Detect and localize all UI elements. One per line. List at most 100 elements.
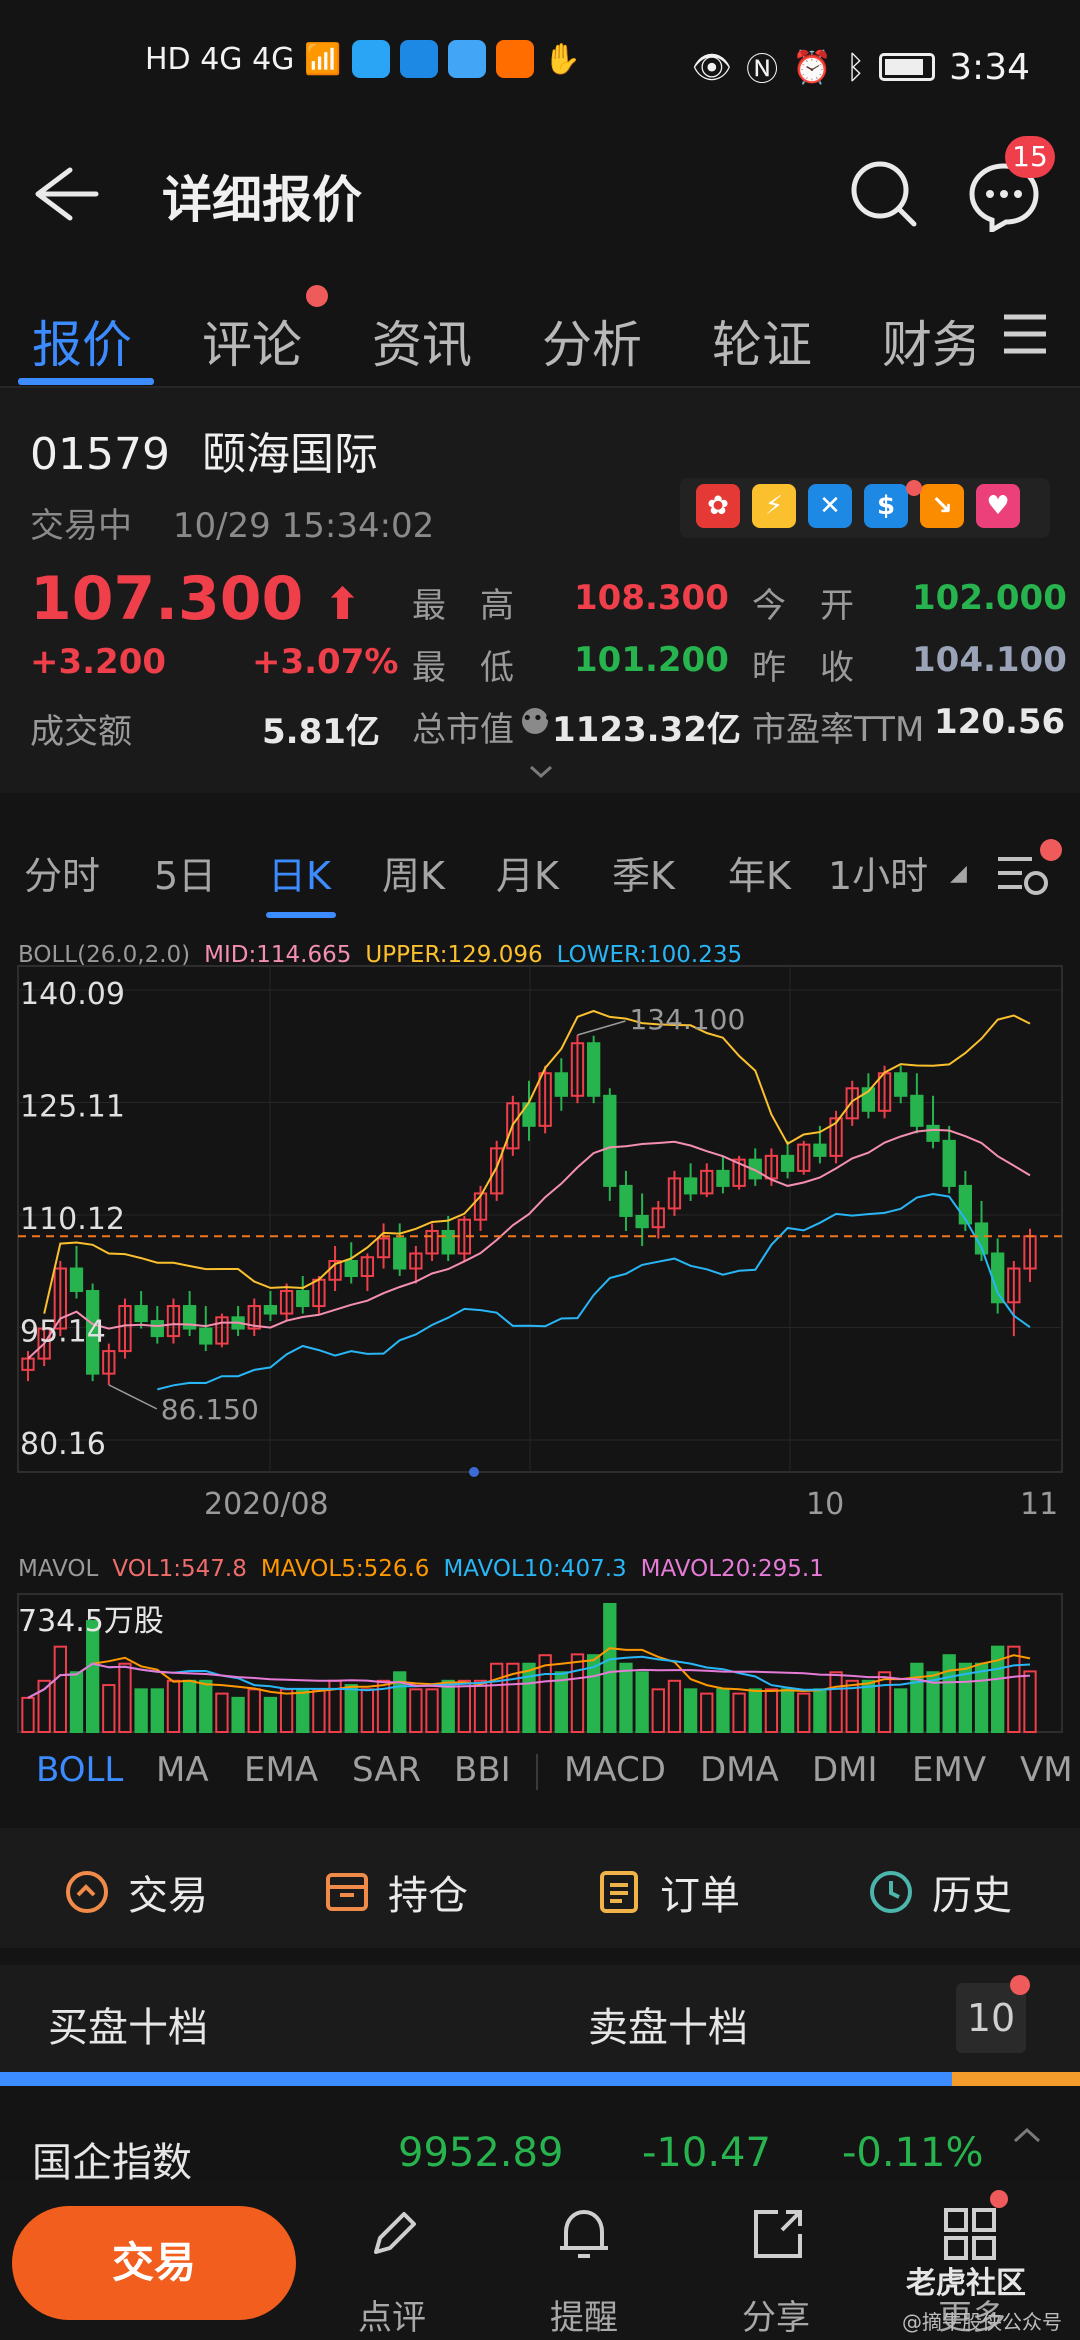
tab-financials[interactable]: 财务: [882, 316, 974, 374]
candle-body: [199, 1327, 213, 1345]
volume-bar: [797, 1692, 811, 1733]
dollar-icon[interactable]: $: [864, 484, 908, 528]
ind-vm[interactable]: VM: [1020, 1750, 1073, 1790]
candle-body: [894, 1072, 908, 1097]
tab-quote[interactable]: 报价: [32, 305, 132, 377]
volume-bar: [732, 1692, 746, 1733]
ind-macd[interactable]: MACD: [564, 1750, 666, 1790]
volume-bar: [296, 1688, 310, 1734]
y-tick-label: 110.12: [20, 1202, 125, 1237]
ktab-daily[interactable]: 日K: [268, 845, 331, 900]
hk-flag-icon[interactable]: ✿: [696, 484, 740, 528]
ktab-quarterly[interactable]: 季K: [612, 845, 675, 900]
index-change-pct: -0.11%: [842, 2130, 984, 2176]
ktab-weekly[interactable]: 周K: [382, 845, 445, 900]
candle-body: [441, 1229, 455, 1255]
prev-close-value: 104.100: [912, 640, 1067, 680]
expand-chevron-icon[interactable]: [528, 764, 554, 780]
ind-emv[interactable]: EMV: [912, 1750, 986, 1790]
back-arrow-icon[interactable]: [30, 164, 100, 224]
volume-bar: [360, 1688, 375, 1734]
ktab-intraday[interactable]: 分时: [24, 845, 100, 900]
page-title: 详细报价: [162, 171, 362, 229]
y-tick-label: 140.09: [20, 977, 125, 1012]
tab-comments[interactable]: 评论: [202, 305, 302, 377]
buy-book-label: 买盘十档: [48, 2005, 208, 2051]
share-icon[interactable]: [748, 2204, 808, 2264]
menu-icon[interactable]: [1000, 311, 1050, 357]
action-orders[interactable]: 订单: [596, 1863, 740, 1921]
trade-button[interactable]: 交易: [12, 2206, 296, 2320]
ktab-hourly[interactable]: 1小时: [828, 845, 928, 900]
level2-icon[interactable]: ⚡: [752, 484, 796, 528]
ktab-5day[interactable]: 5日: [154, 845, 216, 900]
pencil-icon[interactable]: [366, 2206, 422, 2262]
volume-bar: [166, 1679, 181, 1734]
ind-dma[interactable]: DMA: [700, 1750, 779, 1790]
dropdown-icon[interactable]: ◢: [950, 861, 967, 886]
ind-dmi[interactable]: DMI: [812, 1750, 878, 1790]
turnover-value: 5.81亿: [262, 712, 380, 752]
market-icons: ✿ ⚡ ✕ $ ↘ ♥: [696, 484, 1020, 528]
nav-share[interactable]: 分享: [742, 2290, 810, 2339]
volume-bar: [603, 1603, 617, 1733]
ind-bbi[interactable]: BBI: [454, 1750, 511, 1790]
mcap-value: 1123.32亿: [552, 710, 741, 750]
candle-body: [263, 1305, 278, 1315]
kline-tabs: 分时 5日 日K 周K 月K 季K 年K 1小时 ◢: [0, 815, 1080, 930]
collapse-chevron-icon[interactable]: [1012, 2126, 1042, 2144]
volume-bar: [910, 1662, 924, 1733]
high-value: 108.300: [574, 578, 729, 618]
candle-body: [942, 1139, 956, 1187]
alarm-icon: ⏰: [792, 48, 832, 86]
volume-bar: [182, 1679, 197, 1734]
ktab-monthly[interactable]: 月K: [496, 845, 559, 900]
nav-comment[interactable]: 点评: [358, 2290, 426, 2339]
volume-bar: [780, 1688, 795, 1734]
action-history[interactable]: 历史: [868, 1863, 1012, 1921]
action-trade[interactable]: 交易: [64, 1863, 208, 1921]
tab-news[interactable]: 资讯: [372, 305, 472, 377]
bell-icon[interactable]: [556, 2204, 612, 2264]
volume-bar: [1023, 1670, 1037, 1733]
bluetooth-icon: ᛒ: [845, 48, 866, 86]
more-info-icon[interactable]: •••: [522, 708, 554, 734]
search-icon[interactable]: [848, 158, 918, 228]
volume-bar: [570, 1653, 585, 1733]
low-value: 101.200: [574, 640, 729, 680]
kline-chart[interactable]: 140.09 125.11 110.12 95.14 80.16 2020/08 10 11 1…: [0, 960, 1080, 1520]
pe-label: 市盈率TTM: [752, 710, 925, 750]
high-annotation-line: [577, 1020, 626, 1036]
connect-icon[interactable]: ✕: [808, 484, 852, 528]
boll-mid-line: [27, 1128, 1031, 1360]
nav-remind[interactable]: 提醒: [550, 2290, 618, 2339]
app-icon: [351, 40, 390, 78]
ktab-yearly[interactable]: 年K: [728, 845, 791, 900]
active-tab-indicator: [18, 378, 154, 385]
candle-body: [296, 1290, 310, 1308]
stock-name: 颐海国际: [201, 429, 378, 480]
volume-bar: [409, 1688, 423, 1734]
tab-analysis[interactable]: 分析: [542, 305, 642, 377]
x-tick-label: 2020/08: [204, 1487, 329, 1520]
candle-body: [813, 1143, 827, 1157]
turnover-label: 成交额: [30, 712, 132, 752]
candle-body: [635, 1214, 649, 1229]
ind-boll[interactable]: BOLL: [36, 1750, 123, 1790]
candle-body: [344, 1259, 358, 1278]
tab-warrants[interactable]: 轮证: [712, 305, 812, 377]
candle-body: [69, 1267, 84, 1293]
candle-body: [554, 1072, 568, 1097]
action-positions[interactable]: 持仓: [324, 1863, 468, 1921]
favorite-heart-icon[interactable]: ♥: [976, 484, 1020, 528]
ind-sar[interactable]: SAR: [352, 1750, 421, 1790]
volume-bar: [102, 1684, 116, 1733]
grid-more-icon[interactable]: [942, 2206, 998, 2262]
ind-ma[interactable]: MA: [156, 1750, 209, 1790]
order-book-header: 买盘十档 卖盘十档 10: [0, 1965, 1080, 2075]
candle-body: [991, 1252, 1005, 1304]
ktab-indicator: [266, 912, 336, 918]
trade-cycle-icon: [66, 1871, 108, 1913]
short-sell-icon[interactable]: ↘: [920, 484, 964, 528]
ind-ema[interactable]: EMA: [244, 1750, 318, 1790]
